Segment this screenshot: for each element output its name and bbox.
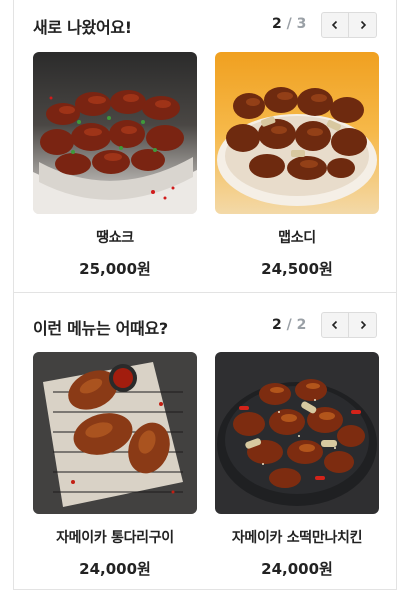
prev-page-button[interactable] [321,312,349,338]
chevron-left-icon [331,320,338,330]
product-image[interactable] [33,52,197,214]
product-card[interactable]: 자메이카 통다리구이 24,000원 [33,352,197,579]
menu-panel: 새로 나왔어요! 2 / 3 땡쇼크 25,000원 맵소디 24,500원 이… [13,0,397,590]
prev-page-button[interactable] [321,12,349,38]
product-card[interactable]: 맵소디 24,500원 [215,52,379,279]
product-name[interactable]: 자메이카 소떡만나치킨 [215,527,379,547]
recommended-menu-section: 이런 메뉴는 어때요? 2 / 2 자메이카 통다리구이 24,000원 자메이… [14,293,396,589]
product-image[interactable] [215,52,379,214]
chevron-right-icon [360,20,366,30]
total-pages: 3 [296,16,307,32]
page-indicator: 2 / 3 [272,16,306,32]
next-page-button[interactable] [349,312,377,338]
product-image[interactable] [215,352,379,514]
product-price: 24,000원 [79,560,151,578]
page-indicator: 2 / 2 [272,317,306,333]
page-separator: / [286,317,292,333]
page-separator: / [286,16,292,32]
chevron-left-icon [331,20,338,30]
total-pages: 2 [296,317,307,333]
chevron-right-icon [360,320,366,330]
product-image[interactable] [33,352,197,514]
product-name[interactable]: 맵소디 [215,227,379,247]
product-card[interactable]: 자메이카 소떡만나치킨 24,000원 [215,352,379,579]
product-name[interactable]: 땡쇼크 [33,227,197,247]
product-price: 24,000원 [261,560,333,578]
current-page: 2 [272,16,282,32]
new-menu-section: 새로 나왔어요! 2 / 3 땡쇼크 25,000원 맵소디 24,500원 [14,0,396,293]
section-title: 이런 메뉴는 어때요? [33,319,168,338]
section-title: 새로 나왔어요! [33,18,132,37]
product-name[interactable]: 자메이카 통다리구이 [33,527,197,547]
next-page-button[interactable] [349,12,377,38]
product-price: 25,000원 [79,260,151,278]
current-page: 2 [272,317,282,333]
product-card[interactable]: 땡쇼크 25,000원 [33,52,197,279]
product-price: 24,500원 [261,260,333,278]
